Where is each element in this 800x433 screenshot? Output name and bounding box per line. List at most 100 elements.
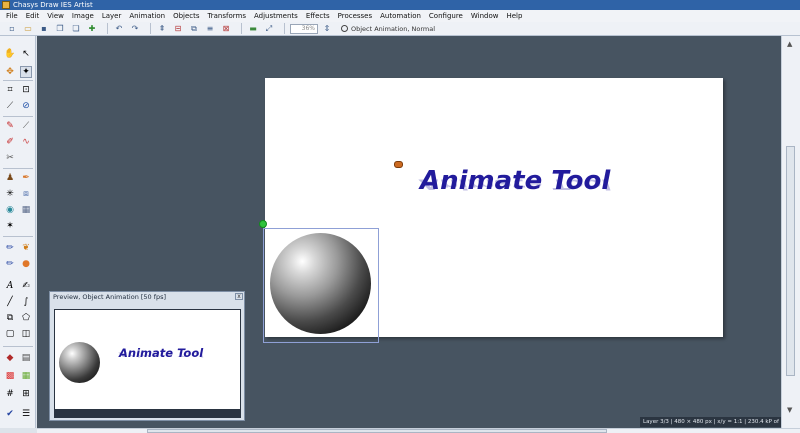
menu-effects[interactable]: Effects [302,10,334,22]
add-layer-icon[interactable]: ✚ [86,23,98,35]
hatch-tool-icon[interactable]: ▤ [20,352,32,364]
stamp-tool-icon[interactable]: ♟ [4,172,16,184]
toolbar-divider [150,23,151,34]
color-tool-icon[interactable]: ▩ [4,370,16,382]
app-icon [2,1,10,9]
new-file-icon[interactable]: ▫ [6,23,18,35]
layer-flatten-icon[interactable]: ≡ [204,23,216,35]
menu-image[interactable]: Image [68,10,98,22]
shapes-tool-icon[interactable]: ⧉ [4,312,16,324]
blur-tool-icon[interactable]: ∿ [20,136,32,148]
brush-tool-icon[interactable]: ✐ [4,136,16,148]
fill-tool-icon[interactable]: ● [20,258,32,270]
toolbox-divider [3,80,33,81]
toolbox-divider [3,236,33,237]
menu-processes[interactable]: Processes [334,10,377,22]
frame-tool-icon[interactable]: ⊞ [20,388,32,400]
zoom-input[interactable]: 36% [290,23,318,34]
pointer-tool-icon[interactable]: ↖ [20,48,32,60]
screen-icon[interactable]: ▬ [247,23,259,35]
star-tool-icon[interactable]: ✶ [4,220,16,232]
paint-tool-icon[interactable]: ❦ [20,242,32,254]
crop-tool-icon[interactable]: ⌗ [4,84,16,96]
line-tool-icon[interactable]: ╱ [4,296,16,308]
zoom-stepper-icon[interactable]: ⇕ [321,23,333,35]
fullscreen-icon[interactable]: ⤢ [263,23,275,35]
selection-handle[interactable] [259,220,267,228]
menu-bar: File Edit View Image Layer Animation Obj… [0,10,800,22]
canvas-title-reflection: Animate Tool [420,175,611,193]
layer-up-icon[interactable]: ⇞ [156,23,168,35]
vertical-scrollbar[interactable]: ▲ ▼ [781,36,800,428]
toolbox-divider [3,346,33,347]
list-tool-icon[interactable]: ☰ [20,408,32,420]
redo-icon[interactable]: ↷ [129,23,141,35]
preview-title: Preview, Object Animation [50 fps] [53,293,167,301]
layer-remove-icon[interactable]: ⊟ [172,23,184,35]
sphere-object[interactable] [270,233,371,334]
preview-screen: Animate Tool Animate Tool [54,309,241,410]
menu-edit[interactable]: Edit [22,10,44,22]
scroll-thumb[interactable] [786,146,795,376]
preview-panel: Preview, Object Animation [50 fps] x Ani… [49,291,245,421]
menu-adjustments[interactable]: Adjustments [250,10,302,22]
layer-merge-icon[interactable]: ⧉ [188,23,200,35]
text-tool-icon[interactable]: A [4,280,16,292]
pattern-tool-icon[interactable]: ▦ [20,204,32,216]
drop-tool-icon[interactable]: ◉ [4,204,16,216]
menu-window[interactable]: Window [467,10,503,22]
save-icon[interactable]: ▪ [38,23,50,35]
open-folder-icon[interactable]: ▭ [22,23,34,35]
toolbar-divider [107,23,108,34]
toolbar-divider [284,23,285,34]
animation-marker-icon[interactable] [394,161,403,168]
check-tool-icon[interactable]: ✔ [4,408,16,420]
palette-tool-icon[interactable]: ▦ [20,370,32,382]
menu-layer[interactable]: Layer [98,10,126,22]
copy-icon[interactable]: ❐ [54,23,66,35]
horizontal-scroll-thumb[interactable] [147,429,607,433]
cube-tool-icon[interactable]: ◫ [20,328,32,340]
main-toolbar: ▫ ▭ ▪ ❐ ❏ ✚ ↶ ↷ ⇞ ⊟ ⧉ ≡ ⊠ ▬ ⤢ 36% ⇕ Obje… [0,22,800,36]
menu-transforms[interactable]: Transforms [204,10,250,22]
menu-animation[interactable]: Animation [125,10,169,22]
menu-help[interactable]: Help [502,10,526,22]
menu-file[interactable]: File [2,10,22,22]
tool-status: Object Animation, Normal [341,25,435,33]
move-tool-icon[interactable]: ✥ [4,66,16,78]
horizontal-scrollbar[interactable] [37,428,800,433]
smudge-tool-icon[interactable]: ✒ [20,172,32,184]
resize-tool-icon[interactable]: ⊡ [20,84,32,96]
rectangle-tool-icon[interactable]: ▢ [4,328,16,340]
pipette-tool-icon[interactable]: ⟋ [20,120,32,132]
eyedropper-tool-icon[interactable]: ⟋ [4,100,16,112]
title-bar: Chasys Draw IES Artist [0,0,800,10]
undo-icon[interactable]: ↶ [113,23,125,35]
gradient-tool-icon[interactable]: ✏ [4,258,16,270]
toolbox: ✋ ↖ ✥ ✦ ⌗ ⊡ ⟋ ⊘ ✎ ⟋ ✐ ∿ ✂ ♟ ✒ ✳ ⧈ ◉ ▦ ✶ … [0,36,36,428]
hand-tool-icon[interactable]: ✋ [4,48,16,60]
sparkle-tool-icon[interactable]: ✳ [4,188,16,200]
menu-configure[interactable]: Configure [425,10,467,22]
scissors-tool-icon[interactable]: ✂ [4,152,16,164]
polygon-tool-icon[interactable]: ⬠ [20,312,32,324]
menu-view[interactable]: View [43,10,68,22]
select-tool-icon[interactable]: ⊘ [20,100,32,112]
eraser-tool-icon[interactable]: ◆ [4,352,16,364]
clone-tool-icon[interactable]: ⧈ [20,188,32,200]
scroll-down-icon[interactable]: ▼ [787,406,792,414]
toolbar-divider [241,23,242,34]
grid-tool-icon[interactable]: # [4,388,16,400]
animate-tool-icon[interactable]: ✦ [20,66,32,78]
scroll-up-icon[interactable]: ▲ [787,40,792,48]
close-icon[interactable]: x [235,293,243,300]
pen-tool-icon[interactable]: ✎ [4,120,16,132]
menu-automation[interactable]: Automation [376,10,425,22]
layer-delete-icon[interactable]: ⊠ [220,23,232,35]
toolbox-divider [3,168,33,169]
line-pen-tool-icon[interactable]: ✏ [4,242,16,254]
curve-tool-icon[interactable]: ∫ [20,296,32,308]
calligraphy-tool-icon[interactable]: ✍ [20,280,32,292]
paste-icon[interactable]: ❏ [70,23,82,35]
menu-objects[interactable]: Objects [169,10,203,22]
